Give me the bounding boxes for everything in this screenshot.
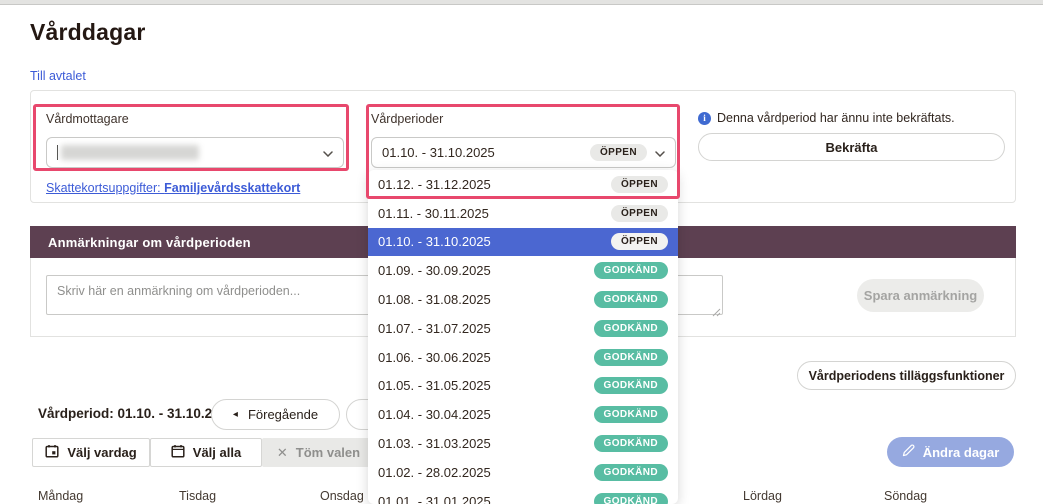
selected-period-status-badge: ÖPPEN — [589, 144, 647, 161]
chevron-down-icon — [323, 144, 333, 162]
status-badge: GODKÄND — [593, 262, 668, 280]
weekday-header-sunday: Söndag — [884, 489, 928, 503]
period-option[interactable]: 01.02. - 28.02.2025 GODKÄND — [368, 458, 678, 487]
confirmation-info: i Denna vårdperiod har ännu inte bekräft… — [698, 111, 955, 125]
period-option[interactable]: 01.11. - 30.11.2025 ÖPPEN — [368, 199, 678, 228]
care-recipient-label: Vårdmottagare — [46, 112, 129, 126]
tax-card-link[interactable]: Skattekortsuppgifter: Familjevårdsskatte… — [46, 181, 300, 195]
status-badge: GODKÄND — [593, 291, 668, 309]
status-badge: GODKÄND — [593, 348, 668, 366]
edit-days-button[interactable]: Ändra dagar — [887, 437, 1014, 467]
clear-selection-button[interactable]: ✕ Töm valen — [262, 438, 375, 467]
period-option[interactable]: 01.04. - 30.04.2025 GODKÄND — [368, 400, 678, 429]
pencil-icon — [902, 444, 915, 460]
period-option[interactable]: 01.08. - 31.08.2025 GODKÄND — [368, 285, 678, 314]
care-periods-select[interactable]: 01.10. - 31.10.2025 ÖPPEN — [371, 137, 676, 168]
weekday-header-saturday: Lördag — [743, 489, 782, 503]
select-weekdays-button[interactable]: Välj vardag — [32, 438, 150, 467]
period-option[interactable]: 01.05. - 31.05.2025 GODKÄND — [368, 372, 678, 401]
status-badge: GODKÄND — [593, 319, 668, 337]
top-toolbar-edge — [0, 0, 1043, 5]
remarks-header-title: Anmärkningar om vårdperioden — [48, 234, 251, 250]
status-badge: ÖPPEN — [610, 233, 668, 251]
weekday-header-wednesday: Onsdag — [320, 489, 364, 503]
period-option[interactable]: 01.07. - 31.07.2025 GODKÄND — [368, 314, 678, 343]
text-cursor — [57, 145, 58, 160]
confirmation-info-text: Denna vårdperiod har ännu inte bekräftat… — [717, 111, 955, 125]
care-recipient-value-redacted — [61, 145, 199, 160]
care-periods-dropdown-menu: 01.12. - 31.12.2025 ÖPPEN 01.11. - 30.11… — [368, 170, 678, 504]
info-icon: i — [698, 111, 711, 125]
weekday-header-monday: Måndag — [38, 489, 84, 503]
status-badge: ÖPPEN — [610, 204, 668, 222]
calendar-dot-icon — [45, 444, 59, 461]
previous-period-button[interactable]: ◂ Föregående — [211, 399, 340, 430]
period-option-selected[interactable]: 01.10. - 31.10.2025 ÖPPEN — [368, 227, 678, 257]
vårddagar-page: Vårddagar Till avtalet Vårdmottagare Ska… — [0, 0, 1043, 504]
care-periods-label: Vårdperioder — [371, 112, 444, 126]
period-option[interactable]: 01.06. - 30.06.2025 GODKÄND — [368, 343, 678, 372]
care-recipient-select[interactable] — [46, 137, 344, 168]
weekday-header-tuesday: Tisdag — [179, 489, 217, 503]
period-option[interactable]: 01.09. - 30.09.2025 GODKÄND — [368, 256, 678, 285]
x-icon: ✕ — [276, 444, 288, 460]
status-badge: GODKÄND — [593, 463, 668, 481]
status-badge: GODKÄND — [593, 492, 668, 504]
save-remark-button[interactable]: Spara anmärkning — [857, 279, 984, 312]
status-badge: GODKÄND — [593, 435, 668, 453]
select-all-button[interactable]: Välj alla — [150, 438, 262, 467]
confirm-button[interactable]: Bekräfta — [698, 133, 1005, 161]
back-to-agreement-link[interactable]: Till avtalet — [30, 69, 86, 83]
selected-period-range: 01.10. - 31.10.2025 — [382, 145, 495, 160]
period-option[interactable]: 01.03. - 31.03.2025 GODKÄND — [368, 429, 678, 458]
status-badge: ÖPPEN — [610, 175, 668, 193]
left-triangle-icon: ◂ — [232, 409, 238, 420]
period-option[interactable]: 01.01. - 31.01.2025 GODKÄND — [368, 487, 678, 504]
page-title: Vårddagar — [30, 19, 146, 45]
current-period-label: Vårdperiod: 01.10. - 31.10.2025 — [38, 406, 235, 421]
status-badge: GODKÄND — [593, 406, 668, 424]
calendar-icon — [171, 444, 185, 461]
status-badge: GODKÄND — [593, 377, 668, 395]
period-extras-button[interactable]: Vårdperiodens tilläggsfunktioner — [797, 361, 1016, 390]
chevron-down-icon — [655, 144, 665, 162]
period-option[interactable]: 01.12. - 31.12.2025 ÖPPEN — [368, 170, 678, 199]
